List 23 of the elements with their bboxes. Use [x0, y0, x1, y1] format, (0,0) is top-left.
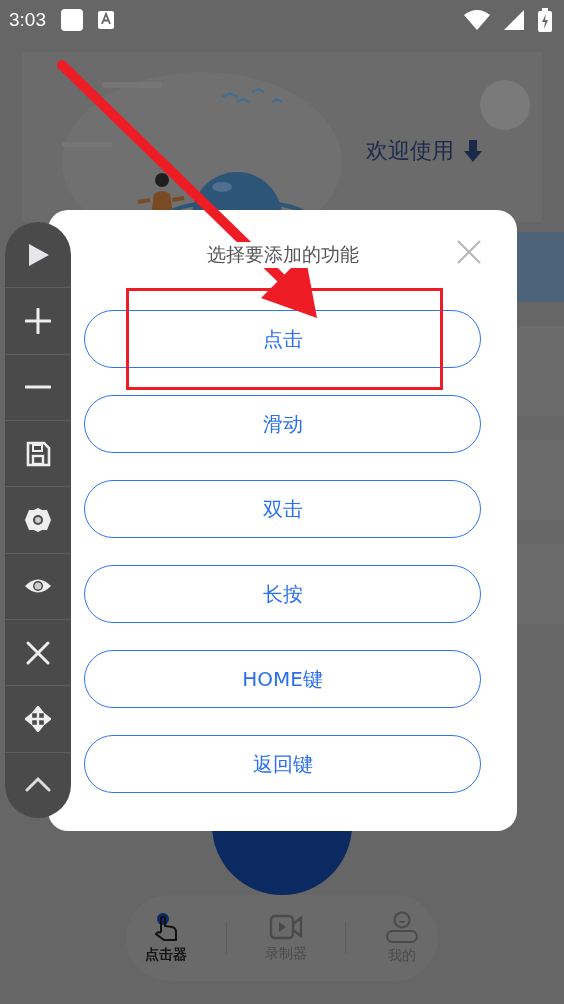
battery-icon: [538, 8, 552, 32]
settings-icon[interactable]: [25, 506, 51, 533]
user-icon: [384, 911, 419, 943]
save-icon[interactable]: [25, 440, 51, 467]
keyboard-icon: [98, 11, 114, 29]
option-button[interactable]: 返回键: [84, 735, 481, 793]
option-button[interactable]: 滑动: [84, 395, 481, 453]
option-button[interactable]: 长按: [84, 565, 481, 623]
dialog-title: 选择要添加的功能: [204, 242, 361, 268]
status-time: 3:03: [9, 9, 46, 31]
option-button[interactable]: 点击: [84, 310, 481, 368]
down-arrow-icon: [464, 140, 482, 162]
close-icon[interactable]: [25, 639, 51, 666]
video-camera-icon: [268, 913, 303, 941]
wifi-icon: [464, 10, 490, 30]
move-icon[interactable]: [25, 705, 51, 732]
welcome-heading: 欢迎使用: [366, 137, 454, 165]
plus-icon[interactable]: [25, 308, 51, 334]
option-button[interactable]: 双击: [84, 480, 481, 538]
signal-icon: [504, 10, 524, 30]
option-button[interactable]: HOME键: [84, 650, 481, 708]
notification-icon: [60, 8, 84, 32]
nav-tab[interactable]: 点击器: [145, 912, 188, 964]
